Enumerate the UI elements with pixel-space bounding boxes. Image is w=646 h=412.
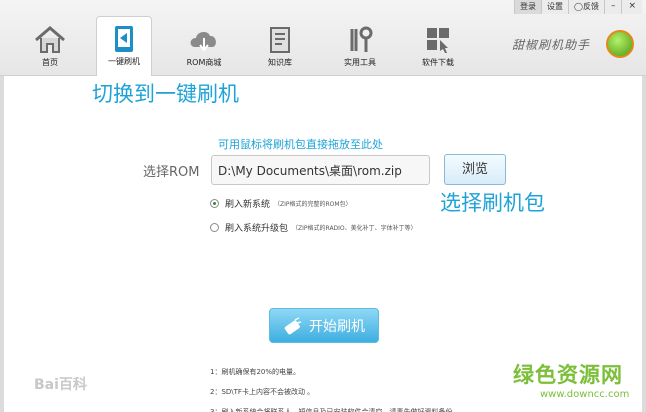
option-new-system-note: （ZIP格式的完整的ROM包） — [274, 201, 352, 208]
note-item: 3：刷入新系统会将联系人，短信息及已安装软件会清空，请事先做好资料备份。 — [210, 408, 460, 412]
feedback-button[interactable]: ◯反馈 — [568, 0, 604, 14]
cloud-download-icon — [190, 32, 216, 52]
rom-label: 选择ROM — [143, 165, 200, 180]
tab-software-download-label: 软件下载 — [422, 58, 454, 67]
minimize-button[interactable]: – — [603, 0, 622, 14]
baidu-watermark: Bai百科 — [34, 377, 87, 393]
tab-knowledge-base-label: 知识库 — [268, 58, 292, 67]
window-controls: 登录 设置 ◯反馈 – × — [514, 0, 642, 14]
tab-one-click-flash-label: 一键刷机 — [108, 57, 140, 66]
brand-name: 甜椒刷机助手 — [512, 38, 591, 52]
tab-software-download[interactable]: 软件下载 — [410, 18, 466, 76]
option-upgrade-package-note: （ZIP格式的RADIO、美化补丁、字体补丁等） — [292, 225, 417, 232]
site-watermark: 绿色资源网 — [513, 363, 623, 387]
phone-flash-icon — [284, 316, 302, 334]
tab-one-click-flash[interactable]: 一键刷机 — [96, 16, 152, 77]
browse-button[interactable]: 浏览 — [444, 154, 506, 185]
note-item: 1：刷机确保有20%的电量。 — [210, 368, 301, 376]
top-navigation-bar: 登录 设置 ◯反馈 – × 首页 一键刷机 ROM商城 知识库 实用工具 软件下… — [0, 0, 646, 77]
flash-icon — [115, 26, 133, 52]
settings-button[interactable]: 设置 — [541, 0, 568, 14]
option-upgrade-package[interactable]: 刷入系统升级包 （ZIP格式的RADIO、美化补丁、字体补丁等） — [210, 221, 417, 234]
option-new-system-label: 刷入新系统 — [225, 200, 271, 210]
start-flash-button[interactable]: 开始刷机 — [269, 308, 379, 343]
rom-path-input[interactable] — [211, 155, 430, 185]
drag-drop-hint: 可用鼠标将刷机包直接拖放至此处 — [218, 138, 383, 151]
login-button[interactable]: 登录 — [514, 0, 541, 14]
notes-list: 1：刷机确保有20%的电量。 2：SD\TF卡上内容不会被改动 。 3：刷入新系… — [210, 362, 459, 412]
tab-utilities[interactable]: 实用工具 — [332, 18, 388, 76]
document-icon — [270, 27, 290, 53]
option-upgrade-package-label: 刷入系统升级包 — [225, 224, 289, 234]
tab-home[interactable]: 首页 — [22, 18, 78, 76]
brand-logo-icon — [606, 30, 634, 58]
apps-icon — [427, 28, 449, 53]
option-new-system[interactable]: 刷入新系统 （ZIP格式的完整的ROM包） — [210, 197, 352, 210]
home-icon — [35, 26, 65, 53]
close-button[interactable]: × — [621, 0, 642, 14]
tab-rom-store-label: ROM商城 — [186, 58, 222, 67]
site-url-watermark: www.downcc.com — [540, 389, 630, 400]
tab-home-label: 首页 — [42, 58, 58, 67]
tab-rom-store[interactable]: ROM商城 — [176, 18, 232, 76]
feedback-icon: ◯ — [574, 2, 583, 11]
feedback-label: 反馈 — [582, 2, 599, 11]
radio-upgrade-package[interactable] — [210, 223, 219, 232]
tab-knowledge-base[interactable]: 知识库 — [252, 18, 308, 76]
note-item: 2：SD\TF卡上内容不会被改动 。 — [210, 388, 315, 396]
tools-icon — [350, 26, 373, 52]
annotation-select-package: 选择刷机包 — [440, 191, 545, 215]
start-flash-label: 开始刷机 — [309, 318, 365, 335]
annotation-switch-to-flash: 切换到一键刷机 — [92, 82, 239, 106]
tab-utilities-label: 实用工具 — [344, 58, 376, 67]
radio-new-system[interactable] — [210, 199, 219, 208]
